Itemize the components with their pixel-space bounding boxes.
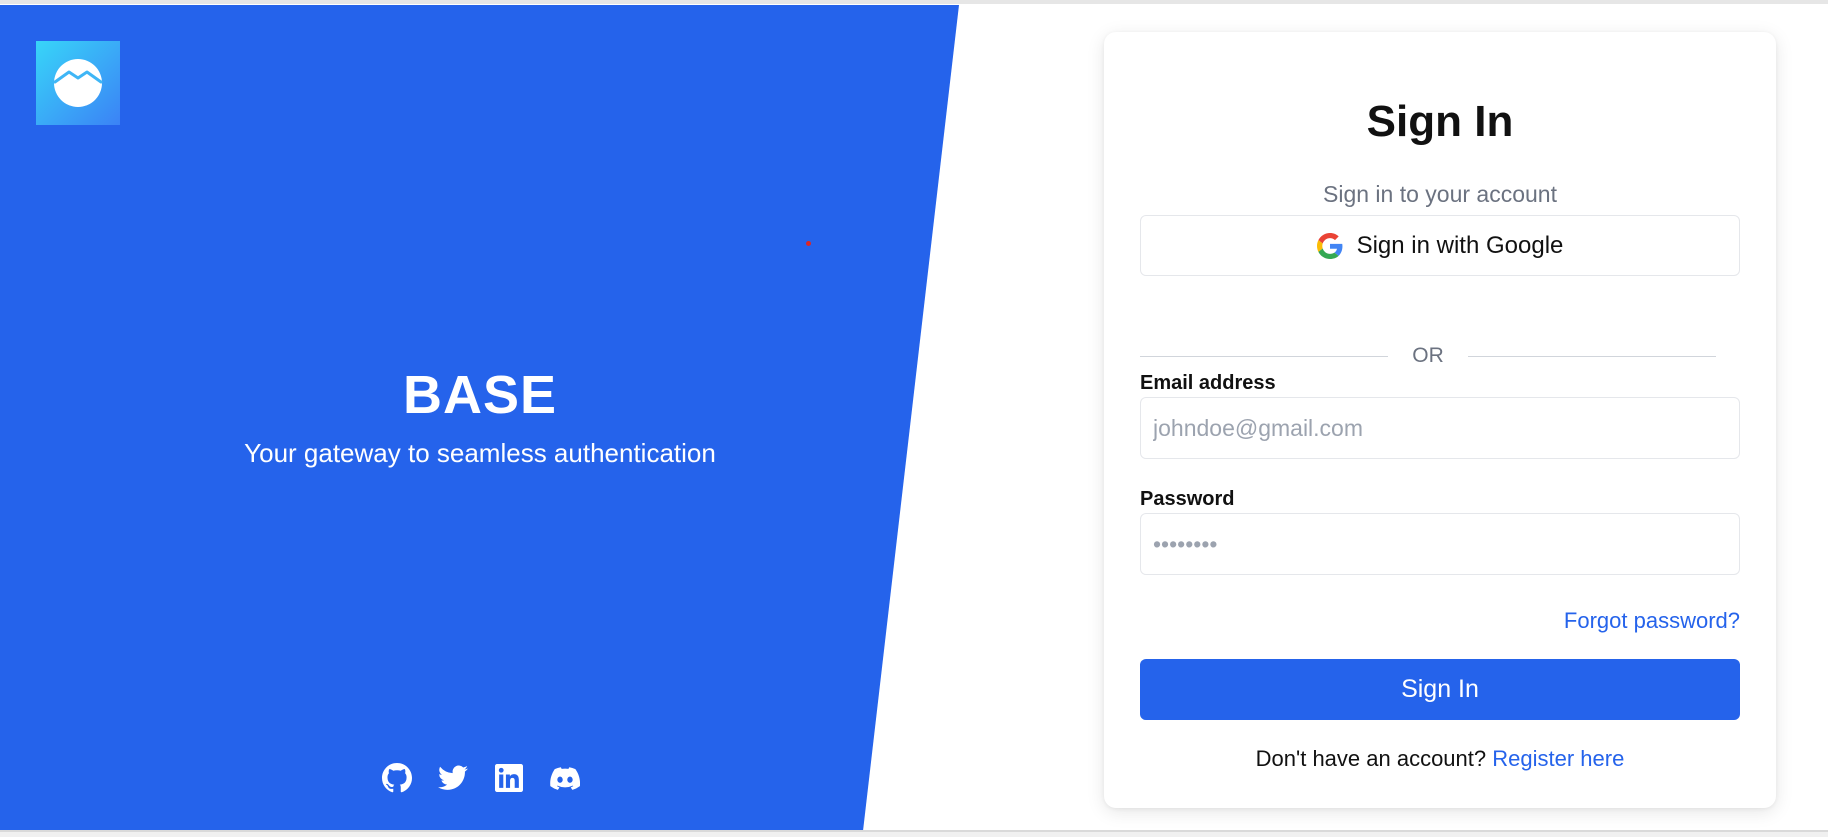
signin-subtitle: Sign in to your account [1323, 181, 1557, 207]
email-label: Email address [1140, 372, 1276, 394]
divider-line-right [1467, 355, 1716, 357]
login-page: BASE Your gateway to seamless authentica… [0, 0, 1828, 837]
register-link[interactable]: Register here [1492, 746, 1624, 771]
password-field[interactable] [1140, 513, 1740, 575]
discord-link[interactable] [550, 763, 580, 793]
email-field[interactable] [1140, 397, 1740, 459]
or-divider: OR [1140, 344, 1716, 368]
brand-block: BASE Your gateway to seamless authentica… [0, 355, 960, 473]
github-link[interactable] [382, 763, 412, 793]
top-border [0, 0, 1828, 4]
social-links [382, 763, 580, 793]
discord-icon [550, 766, 580, 790]
linkedin-link[interactable] [494, 763, 524, 793]
twitter-icon [438, 765, 468, 790]
signin-card: Sign In Sign in to your account Sign in … [1104, 32, 1776, 808]
signin-title: Sign In [1366, 97, 1514, 146]
password-label: Password [1140, 488, 1235, 510]
linkedin-icon [495, 764, 523, 792]
github-icon [382, 763, 412, 793]
register-prompt: Don't have an account? [1255, 746, 1487, 771]
app-logo[interactable] [36, 41, 120, 125]
bottom-border [0, 830, 1828, 837]
register-row: Don't have an account? Register here [1104, 744, 1776, 774]
forgot-password-link[interactable]: Forgot password? [1564, 606, 1740, 636]
google-signin-label: Sign in with Google [1356, 231, 1564, 259]
brand-title: BASE [402, 365, 558, 425]
brand-tagline: Your gateway to seamless authentication [244, 438, 716, 468]
wave-circle-logo-icon [53, 59, 103, 107]
divider-text: OR [1412, 344, 1444, 367]
cursor-dot [806, 241, 811, 246]
google-icon [1316, 232, 1343, 259]
twitter-link[interactable] [438, 763, 468, 793]
google-signin-button[interactable]: Sign in with Google [1140, 215, 1740, 276]
signin-button[interactable]: Sign In [1140, 659, 1740, 720]
divider-line-left [1140, 355, 1389, 357]
